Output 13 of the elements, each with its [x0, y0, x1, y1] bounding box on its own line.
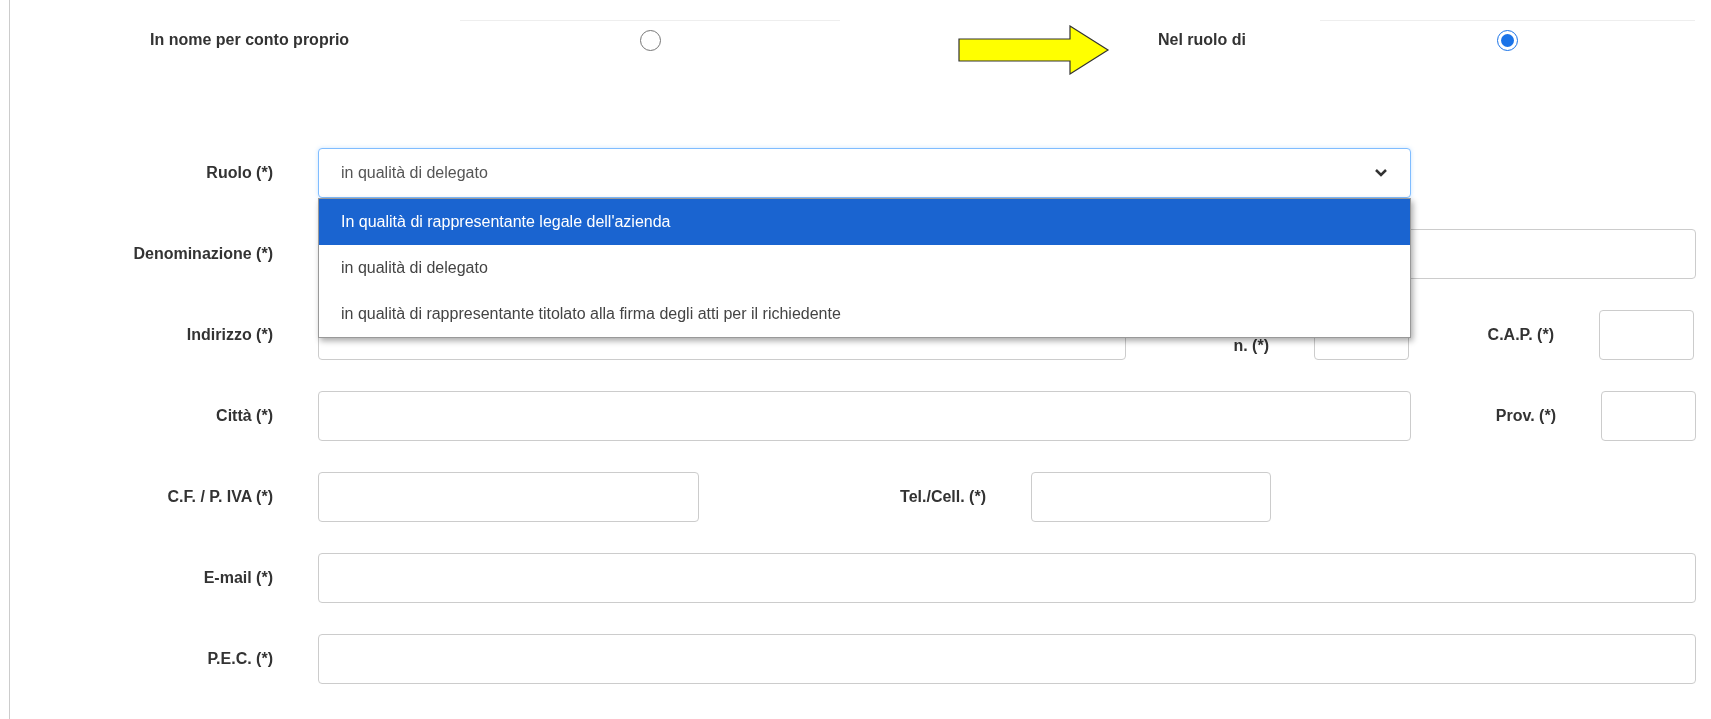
- field-label: Indirizzo (*): [185, 325, 273, 345]
- option-label: Nel ruolo di: [1158, 30, 1246, 50]
- field-label: Tel./Cell. (*): [899, 487, 986, 507]
- field-label: C.A.P. (*): [1486, 325, 1554, 345]
- field-label: C.F. / P. IVA (*): [166, 487, 273, 507]
- field-label: Prov. (*): [1494, 406, 1556, 426]
- field-label: Città (*): [215, 406, 273, 426]
- option-label: In nome per conto proprio: [150, 30, 350, 50]
- field-label: Denominazione (*): [132, 244, 273, 264]
- field-label: P.E.C. (*): [206, 649, 273, 669]
- field-label: n. (*): [1232, 336, 1269, 356]
- field-label: E-mail (*): [202, 568, 273, 588]
- field-label: Ruolo (*): [205, 163, 273, 183]
